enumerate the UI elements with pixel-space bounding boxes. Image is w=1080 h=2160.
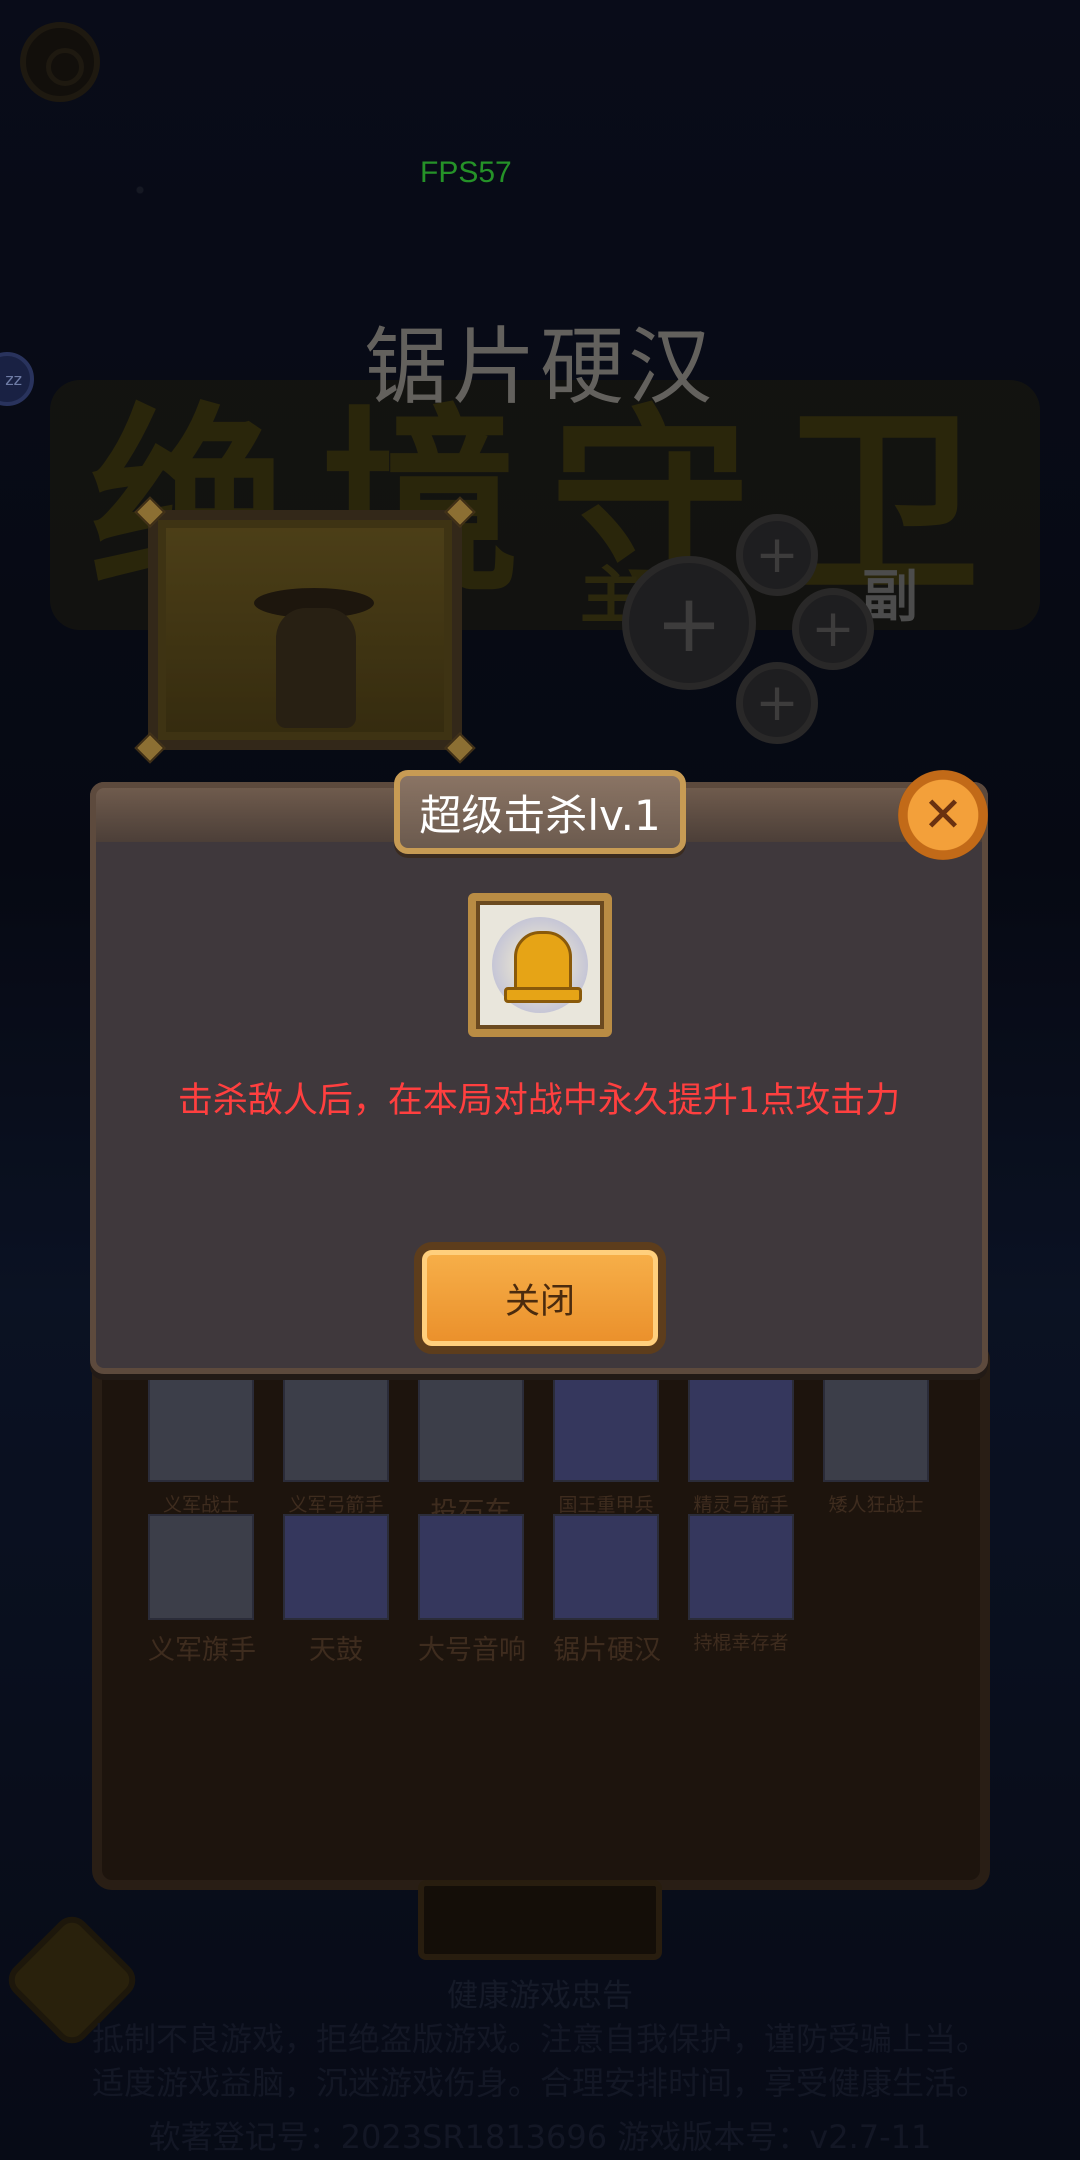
close-icon[interactable]: ✕ [898, 770, 988, 860]
close-button[interactable]: 关闭 [414, 1242, 666, 1354]
bell-base [504, 987, 582, 1003]
skill-icon-frame [468, 893, 612, 1037]
skill-description: 击杀敌人后，在本局对战中永久提升1点攻击力 [177, 1081, 901, 1121]
dialog-title: 超级击杀lv.1 [394, 770, 686, 854]
